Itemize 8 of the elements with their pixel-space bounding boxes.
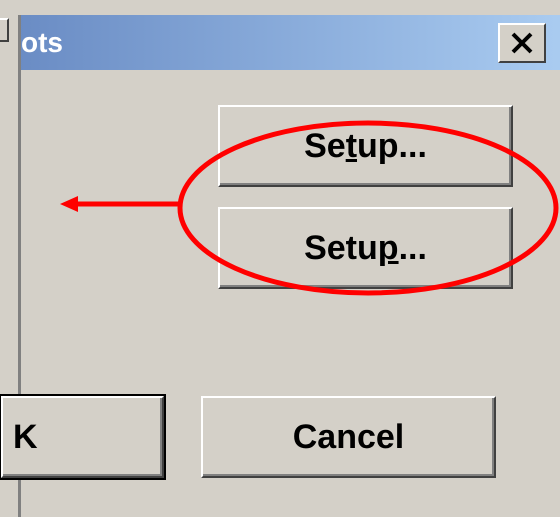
window-title: ots [21, 26, 63, 60]
close-icon [510, 32, 534, 54]
window-button-edge[interactable] [0, 18, 9, 42]
setup-button[interactable]: Setup... [218, 207, 513, 289]
close-button[interactable] [498, 22, 546, 62]
setup-button[interactable]: Setup... [218, 105, 513, 187]
cancel-button[interactable]: Cancel [201, 396, 496, 478]
ok-button[interactable]: K [1, 396, 164, 478]
